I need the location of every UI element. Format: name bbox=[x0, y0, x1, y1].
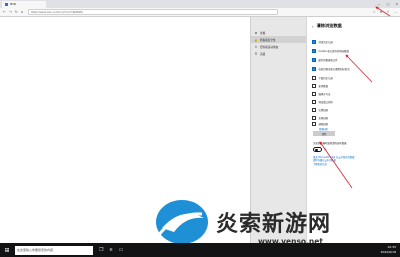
taskbar-apps: ❐ e ▭ bbox=[99, 247, 123, 253]
sidebar-item-privacy[interactable]: 🔒 隐私和安全性 bbox=[251, 36, 306, 43]
option-popup-exceptions[interactable]: 弹出窗口例外 bbox=[312, 100, 333, 104]
sliders-icon: ☰ bbox=[254, 51, 258, 56]
browser-tab[interactable]: MSN bbox=[2, 1, 46, 8]
cloud-data-links: 更改 Microsoft Edge 在云中保存的数据 清除存储在云中的数据 了解… bbox=[313, 156, 397, 166]
sidebar-item-label: 常规 bbox=[260, 31, 266, 35]
clear-button-label: 清除 bbox=[321, 132, 327, 136]
option-fullscreen-permissions[interactable]: 全屏权限 bbox=[312, 116, 328, 120]
option-cookies[interactable]: ✓ Cookie 和已保存的网站数据 bbox=[312, 49, 349, 53]
file-explorer-icon[interactable]: ▭ bbox=[119, 247, 124, 253]
clear-on-close-toggle[interactable] bbox=[313, 147, 322, 152]
checkbox[interactable]: ✓ bbox=[312, 58, 316, 62]
address-bar: ← → ↻ ⌂ https://www.msn.cn/zh-cn/?ocid=B… bbox=[0, 8, 400, 17]
option-form-data[interactable]: 表单数据 bbox=[312, 84, 328, 88]
checkbox[interactable] bbox=[312, 92, 316, 96]
sidebar-item-label: 隐私和安全性 bbox=[260, 38, 276, 42]
forward-button[interactable]: → bbox=[9, 10, 12, 14]
option-browsing-history[interactable]: ✓ 浏览历史记录 bbox=[312, 40, 333, 44]
checkbox[interactable]: ✓ bbox=[312, 40, 316, 44]
watermark-logo-icon bbox=[156, 200, 208, 244]
panel-title: 清除浏览数据 bbox=[316, 23, 342, 28]
option-label: 标签页预览和已搁置的标签页 bbox=[318, 68, 350, 71]
option-cache[interactable]: ✓ 缓存的数据和文件 bbox=[312, 58, 338, 62]
share-icon[interactable]: ⇪ bbox=[387, 10, 390, 14]
clock-date: 2020/6/18 bbox=[380, 249, 396, 254]
option-label: 全屏权限 bbox=[318, 117, 329, 120]
edge-icon[interactable]: e bbox=[109, 247, 112, 253]
start-button[interactable]: ⊞ bbox=[0, 243, 14, 257]
sidebar-item-label: 密码和自动填充 bbox=[260, 45, 279, 49]
taskbar-clock[interactable]: 10:35 2020/6/18 bbox=[381, 245, 396, 254]
title-bar: MSN — □ ✕ bbox=[0, 0, 400, 8]
key-icon: ⚿ bbox=[254, 44, 258, 49]
option-media-licenses[interactable]: 媒体许可证 bbox=[312, 92, 330, 96]
option-label: 下载历史记录 bbox=[318, 77, 333, 80]
checkbox[interactable] bbox=[312, 108, 316, 112]
option-notification-permissions[interactable]: 通知权限 bbox=[312, 122, 328, 126]
checkbox[interactable] bbox=[312, 116, 316, 120]
option-label: 位置权限 bbox=[318, 109, 329, 112]
sidebar-item-label: 高级 bbox=[260, 52, 266, 56]
gear-icon: ⚙ bbox=[254, 30, 258, 35]
watermark-title: 炎索新游网 bbox=[216, 212, 332, 237]
close-button[interactable]: ✕ bbox=[395, 2, 398, 6]
reading-list-icon[interactable]: ≡ bbox=[380, 10, 383, 14]
url-text: https://www.msn.cn/zh-cn/?ocid=BeMsftp bbox=[31, 10, 83, 14]
checkbox[interactable] bbox=[312, 76, 316, 80]
favorite-icon[interactable]: ☆ bbox=[372, 10, 375, 14]
checkbox[interactable] bbox=[312, 84, 316, 88]
option-tab-previews[interactable]: ✓ 标签页预览和已搁置的标签页 bbox=[312, 67, 350, 71]
checkbox[interactable]: ✓ bbox=[312, 67, 316, 71]
option-label: 浏览历史记录 bbox=[318, 41, 333, 44]
sidebar-item-passwords[interactable]: ⚿ 密码和自动填充 bbox=[251, 43, 306, 50]
toggle-state: 关 bbox=[324, 148, 327, 151]
browser-toolbar: ☆ ≡ ⇪ … bbox=[372, 10, 397, 14]
toggle-knob bbox=[315, 148, 318, 152]
taskbar-search[interactable]: 在这里输入你要搜索的内容 bbox=[15, 245, 93, 255]
option-label: 通知权限 bbox=[318, 123, 329, 126]
task-view-icon[interactable]: ❐ bbox=[99, 247, 103, 253]
windows-logo-icon: ⊞ bbox=[4, 246, 10, 254]
nav-buttons: ← → ↻ ⌂ bbox=[0, 10, 23, 14]
option-label: 弹出窗口例外 bbox=[318, 101, 333, 104]
option-label: 缓存的数据和文件 bbox=[318, 59, 338, 62]
url-input[interactable]: https://www.msn.cn/zh-cn/?ocid=BeMsftp bbox=[28, 9, 279, 15]
watermark: 炎索新游网 www.yenso.net bbox=[152, 198, 400, 248]
clear-button[interactable]: 清除 bbox=[313, 131, 335, 136]
lock-icon: 🔒 bbox=[254, 37, 258, 42]
back-button[interactable]: ← bbox=[3, 10, 6, 14]
checkbox[interactable] bbox=[312, 122, 316, 126]
sidebar-item-general[interactable]: ⚙ 常规 bbox=[251, 29, 306, 36]
option-download-history[interactable]: 下载历史记录 bbox=[312, 76, 333, 80]
learn-more-link[interactable]: 了解更多信息 bbox=[313, 163, 397, 166]
minimize-button[interactable]: — bbox=[378, 2, 381, 6]
home-button[interactable]: ⌂ bbox=[21, 10, 23, 14]
sidebar-item-advanced[interactable]: ☰ 高级 bbox=[251, 50, 306, 57]
back-arrow-icon[interactable]: ‹ bbox=[312, 24, 314, 29]
option-label: 媒体许可证 bbox=[318, 93, 331, 96]
msn-favicon-icon bbox=[5, 3, 8, 6]
checkbox[interactable] bbox=[312, 100, 316, 104]
option-label: 表单数据 bbox=[318, 85, 329, 88]
option-label: Cookie 和已保存的网站数据 bbox=[318, 50, 349, 53]
checkbox[interactable]: ✓ bbox=[312, 49, 316, 53]
tab-title: MSN bbox=[10, 3, 16, 6]
window-controls: — □ ✕ bbox=[378, 1, 398, 7]
panel-header: ‹ 清除浏览数据 bbox=[307, 17, 400, 29]
more-icon[interactable]: … bbox=[394, 10, 398, 14]
taskbar-search-placeholder: 在这里输入你要搜索的内容 bbox=[17, 248, 54, 252]
option-location-permissions[interactable]: 位置权限 bbox=[312, 108, 328, 112]
taskbar: ⊞ 在这里输入你要搜索的内容 ❐ e ▭ 10:35 2020/6/18 bbox=[0, 243, 400, 257]
refresh-button[interactable]: ↻ bbox=[15, 10, 18, 14]
maximize-button[interactable]: □ bbox=[387, 2, 390, 6]
clear-on-close-label: 关闭浏览器时始终清除这些数据 bbox=[313, 142, 347, 145]
